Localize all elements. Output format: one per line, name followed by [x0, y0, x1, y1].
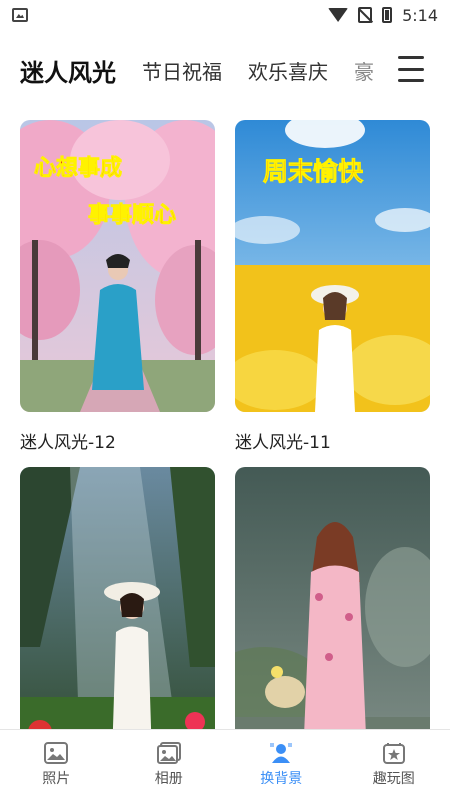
nav-label: 换背景: [260, 771, 303, 787]
bottom-navigation: 照片 相册 换背景 趣玩图: [0, 729, 450, 800]
nav-photos[interactable]: 照片: [0, 730, 113, 800]
tab-holiday-greetings[interactable]: 节日祝福: [142, 56, 222, 85]
template-title: 迷人风光-11: [235, 433, 331, 453]
person-icon: [270, 743, 293, 763]
template-card[interactable]: 周末愉快 迷人风光-11: [235, 120, 430, 453]
template-card[interactable]: 心想事成 事事顺心 迷人风光-12: [20, 120, 215, 453]
nav-fun-pictures[interactable]: 趣玩图: [338, 730, 450, 800]
template-title: 迷人风光-12: [20, 433, 116, 453]
nav-label: 趣玩图: [372, 771, 415, 787]
nav-change-background[interactable]: 换背景: [225, 730, 338, 800]
overlay-text-line2: 事事顺心: [88, 202, 176, 228]
nav-label: 相册: [154, 771, 183, 787]
overlay-text-line1: 心想事成: [34, 155, 122, 181]
status-time: 5:14: [402, 5, 438, 25]
nav-label: 照片: [42, 771, 71, 787]
battery-icon: [382, 7, 393, 23]
photo-icon: [44, 742, 69, 764]
nav-album[interactable]: 相册: [113, 730, 226, 800]
tab-luxury[interactable]: 豪: [354, 56, 374, 85]
album-icon: [156, 742, 181, 764]
wifi-icon: [328, 8, 349, 22]
gallery-notification-icon: [12, 8, 28, 22]
overlay-text-line1: 周末愉快: [263, 157, 364, 186]
tab-scenery[interactable]: 迷人风光: [20, 53, 116, 88]
no-sim-icon: [358, 7, 373, 23]
template-thumbnail: [235, 467, 430, 759]
status-bar: 5:14: [0, 0, 450, 30]
template-thumbnail: 周末愉快: [235, 120, 430, 412]
template-grid: 心想事成 事事顺心 迷人风光-12 周末愉快 迷人风光-11: [20, 120, 430, 775]
star-card-icon: [382, 743, 405, 764]
tab-festive[interactable]: 欢乐喜庆: [248, 56, 328, 85]
template-thumbnail: 心想事成 事事顺心: [20, 120, 215, 412]
menu-icon[interactable]: [398, 56, 424, 82]
template-thumbnail: [20, 467, 215, 759]
category-tabs: 迷人风光 节日祝福 欢乐喜庆 豪: [0, 40, 450, 100]
